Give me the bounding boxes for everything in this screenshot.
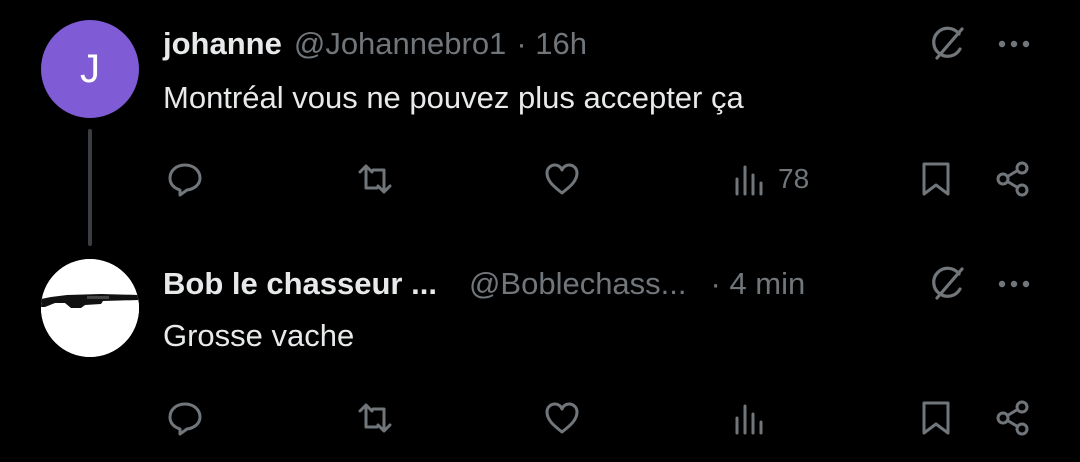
like-button[interactable]: [542, 398, 582, 438]
retweet-button[interactable]: [355, 159, 395, 199]
display-name[interactable]: johanne: [163, 26, 282, 62]
heart-icon: [545, 402, 579, 434]
views-icon: [735, 404, 763, 435]
reply-button[interactable]: [165, 159, 205, 199]
tweet[interactable]: J johanne @Johannebro1 · 16h Montréal vo…: [0, 0, 1080, 250]
more-icon[interactable]: [990, 20, 1038, 68]
tweet-text: Montréal vous ne pouvez plus accepter ça: [163, 80, 744, 115]
bookmark-button[interactable]: [916, 159, 956, 199]
share-icon: [996, 161, 1029, 197]
tweet-header: johanne @Johannebro1 · 16h: [163, 22, 587, 66]
share-button[interactable]: [993, 398, 1033, 438]
reply-icon: [168, 402, 202, 436]
heart-icon: [545, 163, 579, 195]
avatar[interactable]: [41, 259, 139, 357]
avatar-letter: J: [80, 46, 100, 91]
views-icon: [735, 165, 763, 196]
shotgun-image: [41, 259, 139, 357]
tweet-header: Bob le chasseur ... @Boblechass... · 4 m…: [163, 262, 805, 306]
views-button[interactable]: [730, 398, 770, 438]
user-handle[interactable]: @Boblechass...: [469, 266, 687, 302]
tweet-text: Grosse vache: [163, 318, 355, 353]
bookmark-icon: [922, 162, 950, 196]
retweet-icon: [358, 164, 392, 194]
grok-icon[interactable]: [924, 20, 972, 68]
views-count: 78: [778, 163, 810, 194]
tweet[interactable]: Bob le chasseur ... @Boblechass... · 4 m…: [0, 250, 1080, 462]
bookmark-button[interactable]: [916, 398, 956, 438]
bookmark-icon: [922, 401, 950, 435]
reply-icon: [168, 163, 202, 197]
retweet-button[interactable]: [355, 398, 395, 438]
thread-line: [88, 129, 92, 246]
timestamp[interactable]: · 16h: [516, 26, 587, 62]
avatar[interactable]: J: [41, 20, 139, 118]
share-icon: [996, 400, 1029, 436]
more-icon[interactable]: [990, 260, 1038, 308]
timestamp[interactable]: · 4 min: [711, 266, 806, 302]
reply-button[interactable]: [165, 398, 205, 438]
grok-icon[interactable]: [924, 260, 972, 308]
retweet-icon: [358, 403, 392, 433]
user-handle[interactable]: @Johannebro1: [294, 26, 506, 62]
like-button[interactable]: [542, 159, 582, 199]
views-button[interactable]: 78: [730, 159, 809, 199]
display-name[interactable]: Bob le chasseur ...: [163, 266, 437, 302]
share-button[interactable]: [993, 159, 1033, 199]
